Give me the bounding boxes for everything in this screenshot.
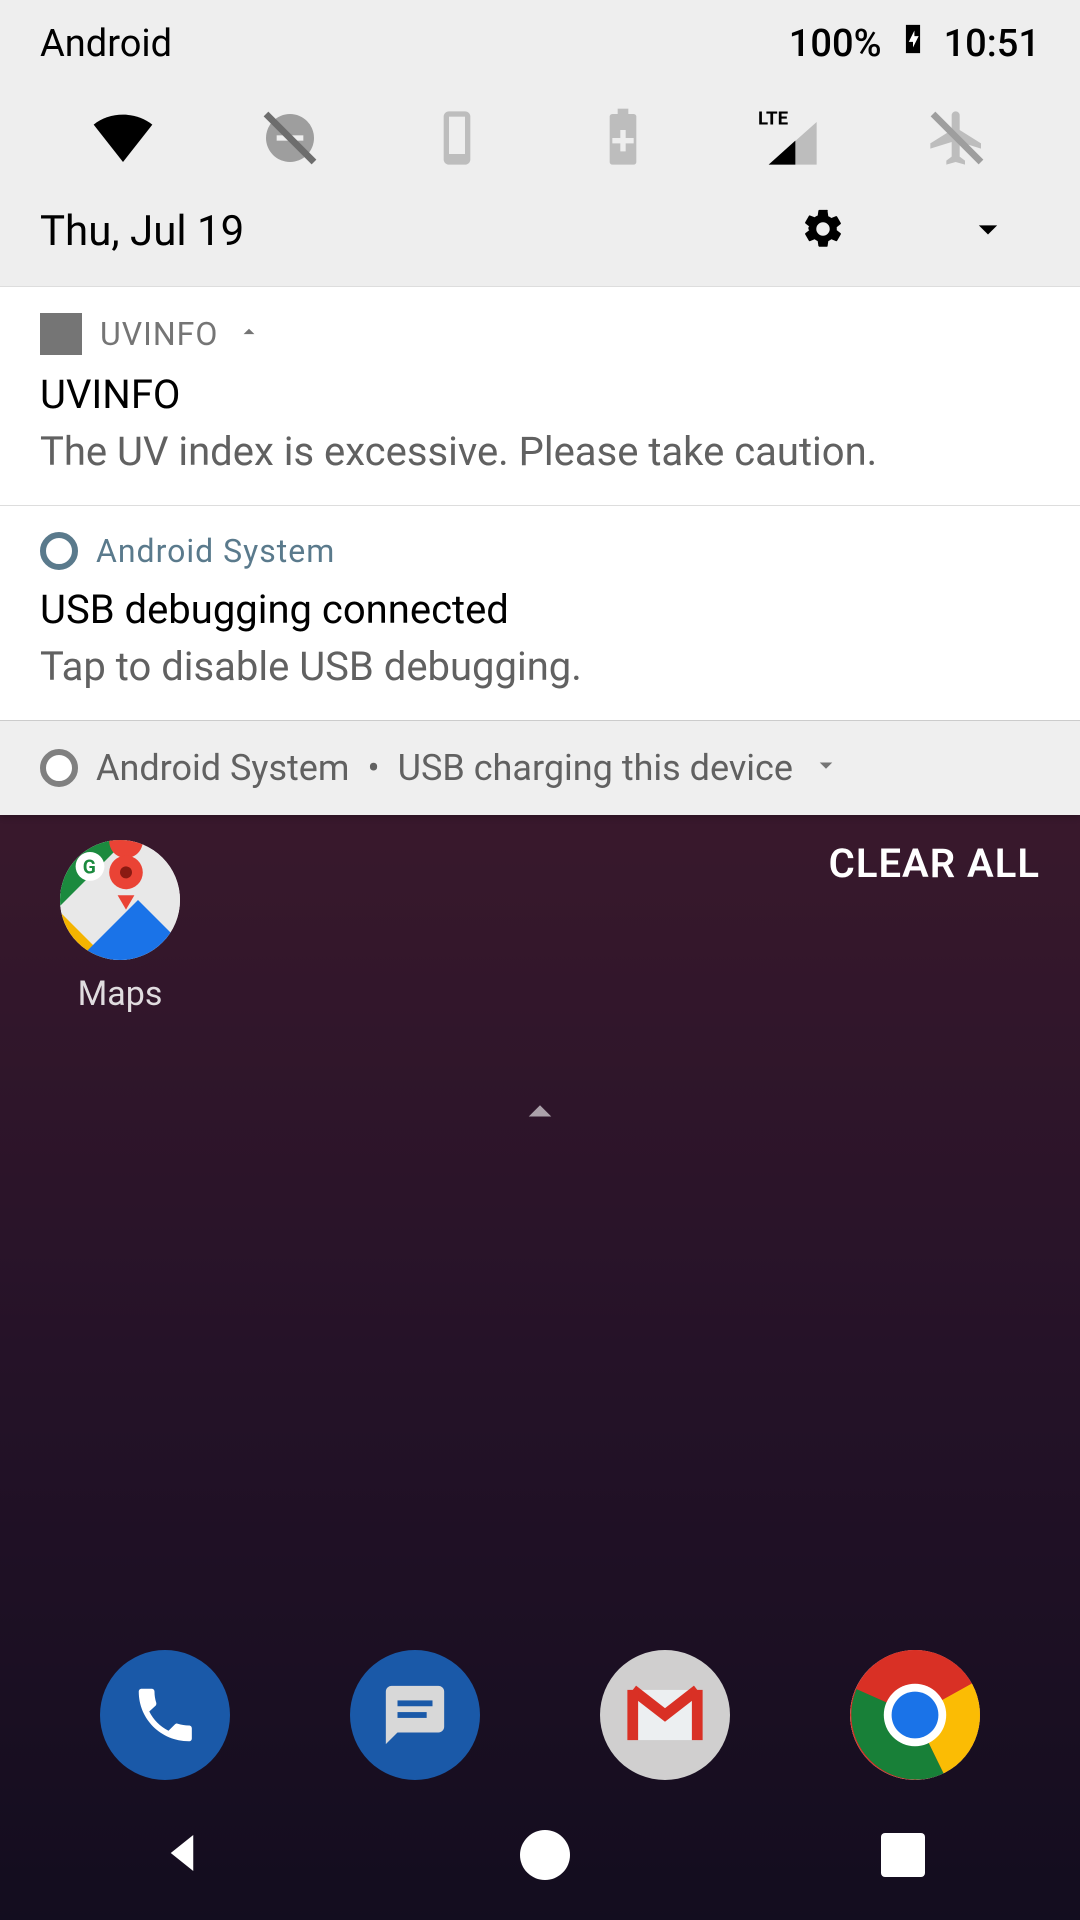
notification-title: UVINFO bbox=[40, 371, 1040, 418]
home-app-maps[interactable]: G Maps bbox=[60, 760, 180, 1014]
nav-home[interactable] bbox=[520, 1830, 570, 1880]
notification-header: Android System bbox=[40, 532, 1040, 570]
android-system-icon bbox=[40, 532, 78, 570]
dock-messages[interactable] bbox=[350, 1650, 480, 1780]
svg-text:G: G bbox=[83, 856, 96, 879]
nav-recents[interactable] bbox=[881, 1833, 925, 1877]
cellular-tile[interactable]: LTE bbox=[707, 98, 874, 178]
expand-shade-icon[interactable] bbox=[966, 207, 1010, 255]
app-icon bbox=[40, 313, 82, 355]
status-right: 100% 10:51 bbox=[789, 19, 1040, 69]
app-name: Android System bbox=[96, 532, 335, 570]
clear-all-button[interactable]: CLEAR ALL bbox=[829, 760, 1040, 887]
dock bbox=[0, 1650, 1080, 1780]
status-bar: Android 100% 10:51 bbox=[0, 0, 1080, 80]
separator-dot: • bbox=[367, 747, 379, 789]
nav-back[interactable] bbox=[155, 1826, 209, 1884]
dnd-tile[interactable] bbox=[207, 98, 374, 178]
notification-body: Tap to disable USB debugging. bbox=[40, 643, 1040, 690]
airplane-tile[interactable] bbox=[873, 98, 1040, 178]
clock: 10:51 bbox=[944, 22, 1040, 66]
date-row: Thu, Jul 19 bbox=[0, 206, 1080, 286]
dock-gmail[interactable] bbox=[600, 1650, 730, 1780]
collapse-icon[interactable] bbox=[236, 319, 262, 349]
ongoing-summary: USB charging this device bbox=[398, 747, 793, 789]
notification-uvinfo[interactable]: UVINFO UVINFO The UV index is excessive.… bbox=[0, 286, 1080, 505]
battery-saver-tile[interactable] bbox=[540, 98, 707, 178]
notification-header: UVINFO bbox=[40, 313, 1040, 355]
portrait-tile[interactable] bbox=[373, 98, 540, 178]
settings-icon[interactable] bbox=[800, 206, 846, 256]
notification-shade[interactable]: Android 100% 10:51 LTE bbox=[0, 0, 1080, 815]
battery-percent: 100% bbox=[789, 22, 882, 66]
quick-settings-tiles: LTE bbox=[0, 80, 1080, 206]
date-label: Thu, Jul 19 bbox=[40, 207, 244, 256]
dock-chrome[interactable] bbox=[850, 1650, 980, 1780]
notification-list: UVINFO UVINFO The UV index is excessive.… bbox=[0, 286, 1080, 815]
maps-label: Maps bbox=[78, 974, 163, 1014]
maps-icon: G bbox=[60, 840, 180, 960]
dock-phone[interactable] bbox=[100, 1650, 230, 1780]
notification-android-system[interactable]: Android System USB debugging connected T… bbox=[0, 505, 1080, 720]
app-drawer-handle[interactable] bbox=[513, 1085, 567, 1143]
notification-title: USB debugging connected bbox=[40, 586, 1040, 633]
svg-text:LTE: LTE bbox=[758, 108, 789, 130]
app-name: UVINFO bbox=[100, 315, 218, 353]
carrier-label: Android bbox=[40, 22, 172, 66]
navigation-bar bbox=[0, 1790, 1080, 1920]
notification-body: The UV index is excessive. Please take c… bbox=[40, 428, 1040, 475]
battery-charging-icon bbox=[896, 19, 930, 69]
wifi-tile[interactable] bbox=[40, 98, 207, 178]
